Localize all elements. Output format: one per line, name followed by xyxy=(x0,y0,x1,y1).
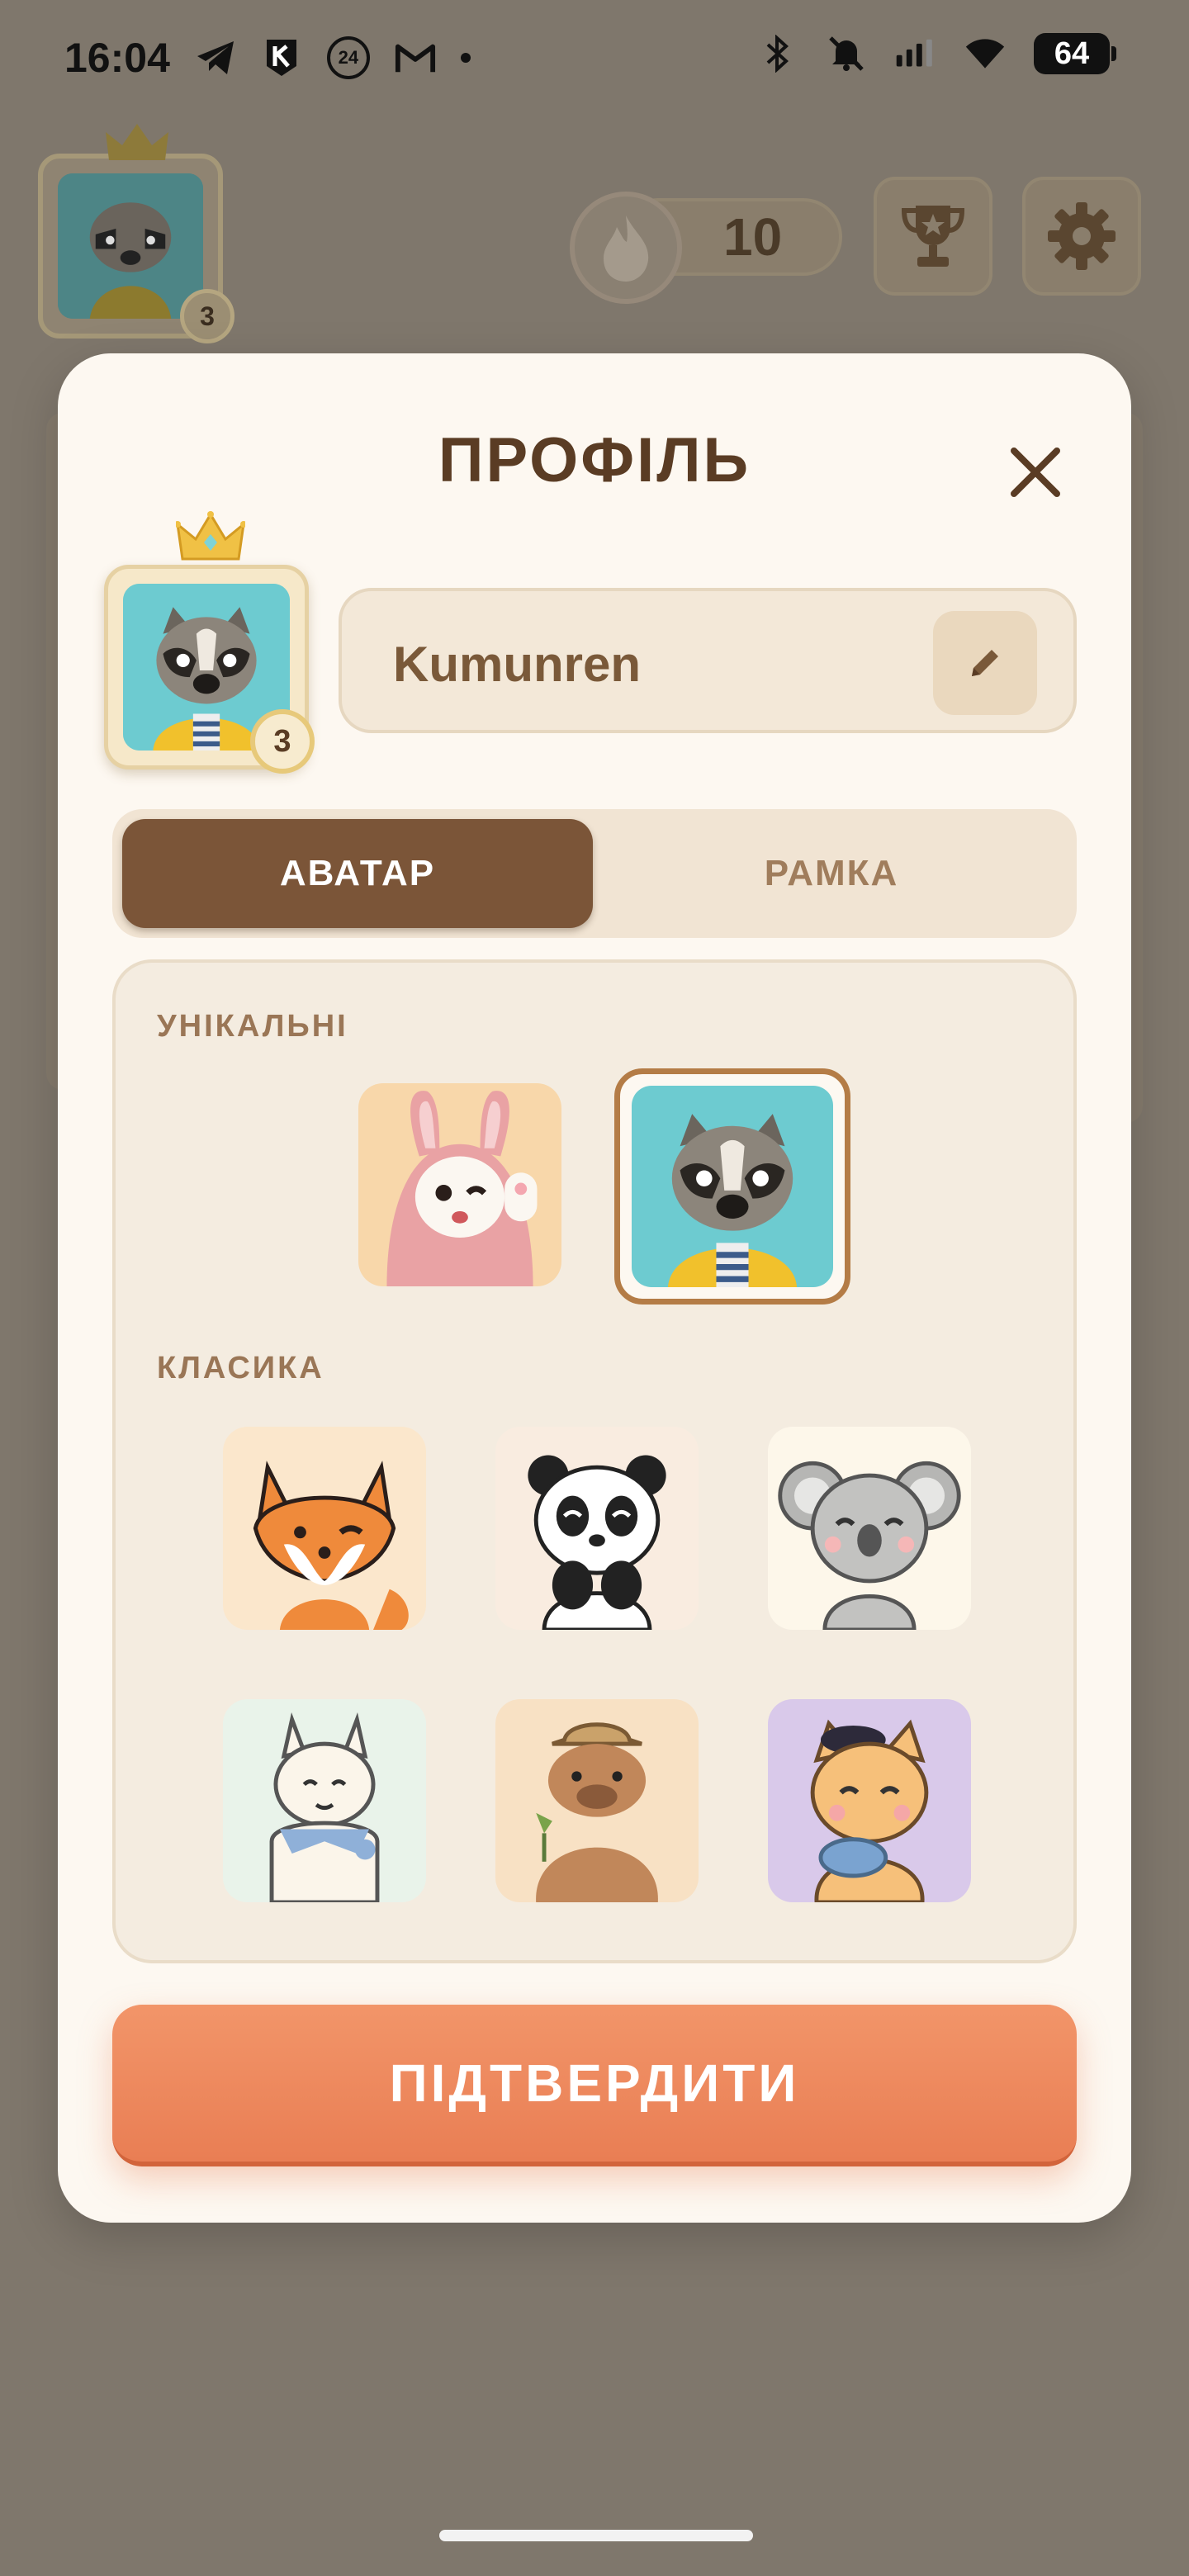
current-avatar[interactable]: 3 xyxy=(104,511,315,774)
flame-icon xyxy=(570,192,682,304)
streak-count: 10 xyxy=(723,207,783,267)
background-profile-avatar: 3 xyxy=(38,124,234,343)
gear-icon xyxy=(1048,202,1116,270)
avatar-option-fox[interactable] xyxy=(223,1427,426,1630)
avatar-option-alpaca[interactable] xyxy=(223,1699,426,1902)
home-indicator[interactable] xyxy=(439,2530,753,2541)
wifi-icon xyxy=(964,33,1006,74)
avatar-option-panda[interactable] xyxy=(495,1427,699,1630)
more-dot-icon xyxy=(460,53,471,63)
bluetooth-icon xyxy=(756,33,798,74)
profile-modal: ПРОФІЛЬ 3 Kumunren АВАТАР РАМКА УНІКАЛЬН… xyxy=(58,353,1131,2223)
crown-icon xyxy=(174,511,247,570)
section-label-unique: УНІКАЛЬНІ xyxy=(157,1009,348,1044)
avatar-option-koala[interactable] xyxy=(768,1427,971,1630)
leaderboard-button xyxy=(874,177,992,296)
confirm-button[interactable]: ПІДТВЕРДИТИ xyxy=(112,2005,1077,2166)
username-field[interactable]: Kumunren xyxy=(339,588,1077,733)
level-badge: 3 xyxy=(180,289,234,343)
status-bar: 16:04 24 64 xyxy=(0,0,1189,116)
background-streak-counter: 10 xyxy=(570,192,842,304)
close-icon xyxy=(1011,447,1060,497)
modal-title: ПРОФІЛЬ xyxy=(438,425,751,495)
tab-frame[interactable]: РАМКА xyxy=(596,819,1067,928)
mute-icon xyxy=(826,33,867,74)
edit-username-button[interactable] xyxy=(933,611,1037,715)
level-badge: 3 xyxy=(250,709,315,774)
tab-avatar[interactable]: АВАТАР xyxy=(122,819,593,928)
username-value: Kumunren xyxy=(393,637,641,692)
gmail-icon xyxy=(395,37,436,78)
raccoon-avatar-image xyxy=(632,1086,833,1287)
trophy-icon xyxy=(901,206,965,267)
avatar-option-cat[interactable] xyxy=(768,1699,971,1902)
crown-icon xyxy=(104,121,170,171)
section-label-classic: КЛАСИКА xyxy=(157,1351,324,1385)
kyivstar-icon xyxy=(261,37,302,78)
telegram-icon xyxy=(195,37,236,78)
24-channel-icon: 24 xyxy=(326,36,370,79)
profile-tabs: АВАТАР РАМКА xyxy=(112,809,1077,938)
avatar-picker: УНІКАЛЬНІ КЛАСИКА xyxy=(112,959,1077,1963)
settings-button xyxy=(1022,177,1141,296)
close-button[interactable] xyxy=(996,433,1075,512)
raccoon-avatar-image xyxy=(58,173,203,319)
status-time: 16:04 xyxy=(64,35,170,81)
battery-icon: 64 xyxy=(1034,33,1116,74)
signal-icon xyxy=(895,33,936,74)
pencil-icon xyxy=(972,650,998,676)
avatar-option-raccoon[interactable] xyxy=(614,1068,850,1305)
avatar-option-capybara[interactable] xyxy=(495,1699,699,1902)
avatar-option-bunny[interactable] xyxy=(358,1083,561,1286)
